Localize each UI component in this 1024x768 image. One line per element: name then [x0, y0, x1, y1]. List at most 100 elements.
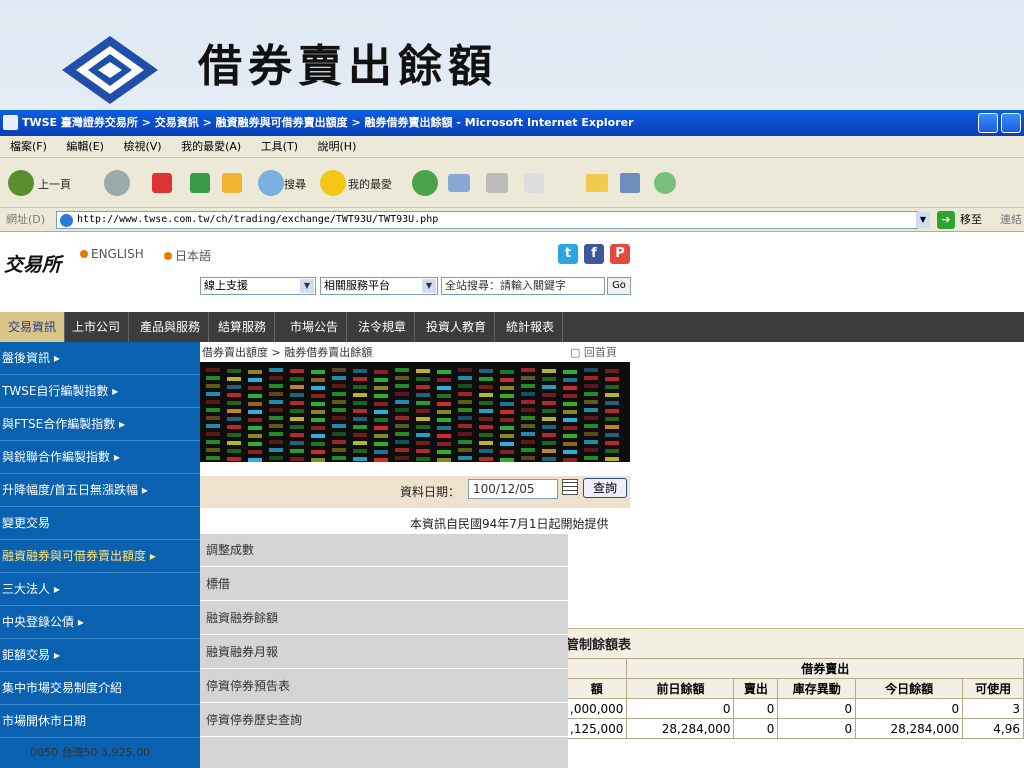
- nav-announcements[interactable]: 市場公告: [282, 312, 348, 342]
- address-dropdown-icon[interactable]: ▼: [916, 212, 930, 228]
- nav-clearing[interactable]: 結算服務: [210, 312, 276, 342]
- nav-listed-companies[interactable]: 上市公司: [64, 312, 130, 342]
- site-search-input[interactable]: 全站搜尋：請輸入關鍵字: [441, 277, 605, 295]
- sidebar-item[interactable]: 盤後資訊 ▸: [0, 342, 200, 375]
- ie-icon: [3, 115, 18, 130]
- messenger-icon[interactable]: [654, 172, 676, 194]
- submenu-item[interactable]: 標借: [200, 568, 568, 601]
- nav-regulations[interactable]: 法令規章: [350, 312, 416, 342]
- stop-icon[interactable]: [152, 173, 172, 193]
- favorites-label[interactable]: 我的最愛: [348, 176, 392, 192]
- submenu-item[interactable]: 停資停券預告表: [200, 670, 568, 703]
- print-icon[interactable]: [486, 173, 508, 193]
- table-header: 可使用: [962, 678, 1024, 699]
- toolbar: 上一頁 搜尋 我的最愛: [0, 158, 1024, 208]
- services-select[interactable]: 相關服務平台 ▼: [320, 277, 438, 295]
- table-cell: 0: [855, 698, 964, 719]
- table-header: 賣出: [733, 678, 779, 699]
- sidebar-item-margin-trading[interactable]: 融資融券與可借券賣出額度 ▸: [0, 540, 200, 573]
- refresh-icon[interactable]: [190, 173, 210, 193]
- links-label[interactable]: 連結: [1000, 208, 1022, 232]
- stock-board-banner: [200, 362, 630, 462]
- submenu-item[interactable]: 融資融券月報: [200, 636, 568, 669]
- table-cell: 0: [733, 718, 779, 739]
- support-select[interactable]: 線上支援 ▼: [200, 277, 316, 295]
- table-group-blank: [565, 658, 628, 679]
- history-icon[interactable]: [412, 170, 438, 196]
- lang-english-link[interactable]: ENGLISH: [80, 247, 144, 261]
- sidebar-item[interactable]: 市場開休市日期: [0, 705, 200, 738]
- address-label: 網址(D): [6, 213, 46, 226]
- sidebar-item[interactable]: TWSE自行編製指數 ▸: [0, 375, 200, 408]
- edit-icon[interactable]: [524, 173, 544, 193]
- table-cell: 0: [777, 718, 857, 739]
- breadcrumb: 借券賣出額度 > 融券借券賣出餘額: [202, 346, 373, 359]
- table-cell: 0: [733, 698, 779, 719]
- slide-title: 借券賣出餘額: [198, 41, 498, 92]
- twitter-icon[interactable]: t: [558, 244, 578, 264]
- menu-view[interactable]: 檢視(V): [123, 140, 161, 153]
- menu-edit[interactable]: 編輯(E): [66, 140, 104, 153]
- query-button[interactable]: 查詢: [583, 478, 627, 498]
- submenu-dropdown: 調整成數 標借 融資融券餘額 融資融券月報 停資停券預告表 停資停券歷史查詢: [200, 534, 568, 768]
- table-header: 今日餘額: [855, 678, 964, 699]
- sidebar-item[interactable]: 變更交易: [0, 507, 200, 540]
- search-go-button[interactable]: Go: [607, 277, 631, 295]
- date-input[interactable]: 100/12/05: [468, 479, 558, 499]
- table-row: ,000,000 0 0 0 0 3: [565, 698, 1024, 719]
- nav-products[interactable]: 產品與服務: [132, 312, 210, 342]
- table-group-header: 借券賣出: [626, 658, 1024, 679]
- go-label[interactable]: 移至: [960, 208, 982, 232]
- plurk-icon[interactable]: P: [610, 244, 630, 264]
- search-icon[interactable]: [258, 170, 284, 196]
- search-label[interactable]: 搜尋: [284, 176, 306, 192]
- submenu-item[interactable]: 停資停券歷史查詢: [200, 704, 568, 737]
- lang-japanese-link[interactable]: 日本語: [164, 247, 211, 264]
- menu-bar: 檔案(F) 編輯(E) 檢視(V) 我的最愛(A) 工具(T) 說明(H): [0, 136, 1024, 158]
- folder-icon[interactable]: [586, 174, 608, 192]
- maximize-button[interactable]: [1001, 113, 1021, 133]
- back-label[interactable]: 上一頁: [38, 176, 71, 192]
- window-titlebar: TWSE 臺灣證券交易所 > 交易資訊 > 融資融券與可借券賣出額度 > 融券借…: [0, 110, 1024, 136]
- table-cell: 0: [626, 698, 735, 719]
- sidebar-item[interactable]: 升降幅度/首五日無漲跌幅 ▸: [0, 474, 200, 507]
- page-icon: [60, 214, 73, 227]
- home-icon[interactable]: [222, 173, 242, 193]
- submenu-item[interactable]: 融資融券餘額: [200, 602, 568, 635]
- submenu-item[interactable]: 調整成數: [200, 534, 568, 567]
- window-title: TWSE 臺灣證券交易所 > 交易資訊 > 融資融券與可借券賣出額度 > 融券借…: [22, 116, 634, 129]
- sidebar-item[interactable]: 中央登錄公債 ▸: [0, 606, 200, 639]
- site-brand[interactable]: 交易所: [4, 250, 61, 277]
- menu-tools[interactable]: 工具(T): [261, 140, 298, 153]
- site-header: 交易所 ENGLISH 日本語 t f P 線上支援 ▼ 相關服務平台 ▼ 全站搜尋…: [0, 232, 1024, 312]
- menu-file[interactable]: 檔案(F): [10, 140, 47, 153]
- address-input[interactable]: http://www.twse.com.tw/ch/trading/exchan…: [56, 211, 918, 229]
- data-availability-notice: 本資訊自民國94年7月1日起開始提供: [410, 517, 609, 531]
- menu-favorites[interactable]: 我的最愛(A): [181, 140, 241, 153]
- table-header: 額: [565, 678, 628, 699]
- calendar-icon[interactable]: [562, 479, 578, 495]
- forward-arrow-icon[interactable]: [104, 170, 130, 196]
- home-link[interactable]: ▢ 回首頁: [570, 344, 617, 360]
- go-arrow-icon[interactable]: ➔: [937, 211, 955, 229]
- research-icon[interactable]: [620, 173, 640, 193]
- sidebar-item[interactable]: 與銳聯合作編製指數 ▸: [0, 441, 200, 474]
- sidebar-item[interactable]: 鉅額交易 ▸: [0, 639, 200, 672]
- sidebar-item[interactable]: 三大法人 ▸: [0, 573, 200, 606]
- table-cell: 0: [777, 698, 857, 719]
- nav-trading-info[interactable]: 交易資訊: [0, 312, 66, 342]
- back-arrow-icon[interactable]: [8, 170, 34, 196]
- sidebar-item[interactable]: 集中市場交易制度介紹: [0, 672, 200, 705]
- sidebar-item[interactable]: 與FTSE合作編製指數 ▸: [0, 408, 200, 441]
- mail-icon[interactable]: [448, 174, 470, 192]
- table-cell: ,000,000: [565, 698, 628, 719]
- address-bar: 網址(D) http://www.twse.com.tw/ch/trading/…: [0, 208, 1024, 232]
- facebook-icon[interactable]: f: [584, 244, 604, 264]
- minimize-button[interactable]: [978, 113, 998, 133]
- nav-investor-education[interactable]: 投資人教育: [418, 312, 496, 342]
- date-label: 資料日期：: [400, 485, 461, 499]
- nav-statistics[interactable]: 統計報表: [498, 312, 564, 342]
- favorites-star-icon[interactable]: [320, 170, 346, 196]
- browser-window: TWSE 臺灣證券交易所 > 交易資訊 > 融資融券與可借券賣出額度 > 融券借…: [0, 110, 1024, 768]
- menu-help[interactable]: 說明(H): [318, 140, 357, 153]
